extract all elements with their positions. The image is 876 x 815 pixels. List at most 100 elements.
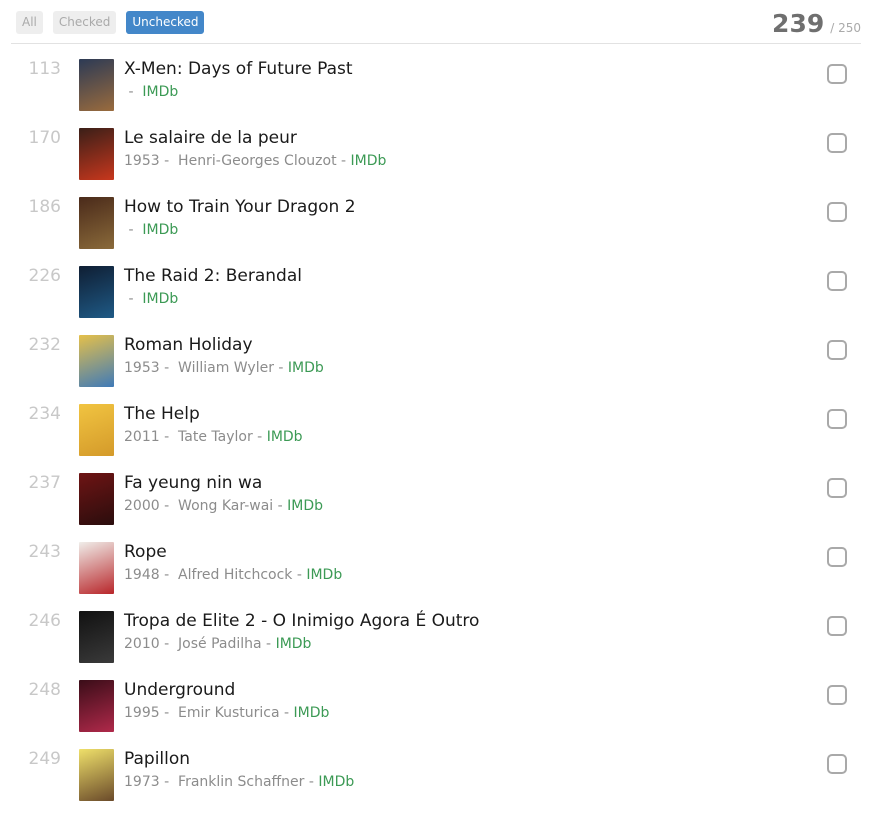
progress-counter: 239 / 250 bbox=[772, 9, 861, 38]
movie-year: 2000 bbox=[124, 498, 160, 514]
poster-thumbnail bbox=[79, 128, 114, 180]
imdb-link[interactable]: IMDb bbox=[318, 774, 354, 790]
movie-director: Franklin Schaffner bbox=[178, 774, 305, 790]
meta-separator: - bbox=[159, 153, 179, 169]
meta-separator: - bbox=[304, 774, 319, 790]
meta-separator: - bbox=[336, 153, 351, 169]
rank-number: 248 bbox=[28, 680, 61, 700]
meta-separator: - bbox=[261, 636, 276, 652]
movie-checklist-page: All Checked Unchecked 239 / 250 113 X-Me… bbox=[0, 0, 876, 807]
watched-checkbox[interactable] bbox=[827, 616, 847, 636]
movie-title[interactable]: The Help bbox=[124, 404, 200, 424]
meta-separator: - bbox=[292, 567, 307, 583]
movie-year: 2010 bbox=[124, 636, 160, 652]
movie-meta: - IMDb bbox=[124, 222, 178, 238]
imdb-link[interactable]: IMDb bbox=[351, 153, 387, 169]
watched-checkbox[interactable] bbox=[827, 133, 847, 153]
watched-checkbox[interactable] bbox=[827, 685, 847, 705]
movie-row: 248 Underground 1995 - Emir Kusturica - … bbox=[0, 677, 876, 746]
filter-unchecked-button[interactable]: Unchecked bbox=[126, 11, 205, 34]
movie-director: William Wyler bbox=[178, 360, 274, 376]
movie-director: Henri-Georges Clouzot bbox=[178, 153, 337, 169]
rank-number: 243 bbox=[28, 542, 61, 562]
meta-separator: - bbox=[159, 498, 179, 514]
imdb-link[interactable]: IMDb bbox=[142, 291, 178, 307]
meta-separator: - bbox=[273, 498, 288, 514]
meta-separator: - bbox=[124, 291, 143, 307]
rank-number: 249 bbox=[28, 749, 61, 769]
movie-row: 186 How to Train Your Dragon 2 - IMDb bbox=[0, 194, 876, 263]
movie-title[interactable]: Le salaire de la peur bbox=[124, 128, 297, 148]
poster-thumbnail bbox=[79, 611, 114, 663]
movie-title[interactable]: Papillon bbox=[124, 749, 190, 769]
movie-title[interactable]: The Raid 2: Berandal bbox=[124, 266, 302, 286]
imdb-link[interactable]: IMDb bbox=[267, 429, 303, 445]
watched-checkbox[interactable] bbox=[827, 64, 847, 84]
movie-row: 246 Tropa de Elite 2 - O Inimigo Agora É… bbox=[0, 608, 876, 677]
watched-checkbox[interactable] bbox=[827, 478, 847, 498]
movie-meta: 1973 - Franklin Schaffner - IMDb bbox=[124, 774, 354, 790]
movie-row: 170 Le salaire de la peur 1953 - Henri-G… bbox=[0, 125, 876, 194]
movie-director: Wong Kar-wai bbox=[178, 498, 274, 514]
movie-year: 1948 bbox=[124, 567, 160, 583]
watched-checkbox[interactable] bbox=[827, 409, 847, 429]
imdb-link[interactable]: IMDb bbox=[276, 636, 312, 652]
filter-bar: All Checked Unchecked bbox=[16, 11, 205, 34]
watched-checkbox[interactable] bbox=[827, 547, 847, 567]
movie-year: 2011 bbox=[124, 429, 160, 445]
poster-thumbnail bbox=[79, 749, 114, 801]
unchecked-count: 239 bbox=[772, 9, 825, 38]
imdb-link[interactable]: IMDb bbox=[294, 705, 330, 721]
movie-meta: 1953 - Henri-Georges Clouzot - IMDb bbox=[124, 153, 386, 169]
meta-separator: - bbox=[159, 705, 179, 721]
meta-separator: - bbox=[159, 360, 179, 376]
movie-title[interactable]: How to Train Your Dragon 2 bbox=[124, 197, 356, 217]
poster-thumbnail bbox=[79, 266, 114, 318]
imdb-link[interactable]: IMDb bbox=[306, 567, 342, 583]
watched-checkbox[interactable] bbox=[827, 340, 847, 360]
rank-number: 226 bbox=[28, 266, 61, 286]
movie-list: 113 X-Men: Days of Future Past - IMDb 17… bbox=[0, 56, 876, 815]
poster-thumbnail bbox=[79, 680, 114, 732]
movie-title[interactable]: X-Men: Days of Future Past bbox=[124, 59, 353, 79]
movie-meta: 2011 - Tate Taylor - IMDb bbox=[124, 429, 303, 445]
total-count: / 250 bbox=[830, 21, 861, 35]
movie-title[interactable]: Fa yeung nin wa bbox=[124, 473, 262, 493]
movie-director: Alfred Hitchcock bbox=[178, 567, 293, 583]
imdb-link[interactable]: IMDb bbox=[287, 498, 323, 514]
movie-title[interactable]: Roman Holiday bbox=[124, 335, 253, 355]
movie-director: José Padilha bbox=[178, 636, 262, 652]
movie-row: 232 Roman Holiday 1953 - William Wyler -… bbox=[0, 332, 876, 401]
movie-meta: 1995 - Emir Kusturica - IMDb bbox=[124, 705, 329, 721]
watched-checkbox[interactable] bbox=[827, 202, 847, 222]
meta-separator: - bbox=[273, 360, 288, 376]
filter-all-button[interactable]: All bbox=[16, 11, 43, 34]
movie-director: Tate Taylor bbox=[178, 429, 253, 445]
imdb-link[interactable]: IMDb bbox=[142, 222, 178, 238]
movie-row: 234 The Help 2011 - Tate Taylor - IMDb bbox=[0, 401, 876, 470]
imdb-link[interactable]: IMDb bbox=[142, 84, 178, 100]
movie-meta: 1948 - Alfred Hitchcock - IMDb bbox=[124, 567, 342, 583]
movie-row: 243 Rope 1948 - Alfred Hitchcock - IMDb bbox=[0, 539, 876, 608]
movie-title[interactable]: Rope bbox=[124, 542, 167, 562]
movie-title[interactable]: Tropa de Elite 2 - O Inimigo Agora É Out… bbox=[124, 611, 479, 631]
poster-thumbnail bbox=[79, 335, 114, 387]
movie-title[interactable]: Underground bbox=[124, 680, 235, 700]
watched-checkbox[interactable] bbox=[827, 754, 847, 774]
rank-number: 237 bbox=[28, 473, 61, 493]
poster-thumbnail bbox=[79, 542, 114, 594]
rank-number: 186 bbox=[28, 197, 61, 217]
movie-year: 1953 bbox=[124, 360, 160, 376]
meta-separator: - bbox=[159, 429, 179, 445]
imdb-link[interactable]: IMDb bbox=[288, 360, 324, 376]
rank-number: 170 bbox=[28, 128, 61, 148]
meta-separator: - bbox=[279, 705, 294, 721]
poster-thumbnail bbox=[79, 197, 114, 249]
filter-checked-button[interactable]: Checked bbox=[52, 11, 117, 34]
meta-separator: - bbox=[124, 84, 143, 100]
list-header: All Checked Unchecked 239 / 250 bbox=[11, 0, 861, 44]
movie-meta: 2000 - Wong Kar-wai - IMDb bbox=[124, 498, 323, 514]
watched-checkbox[interactable] bbox=[827, 271, 847, 291]
movie-row: 249 Papillon 1973 - Franklin Schaffner -… bbox=[0, 746, 876, 815]
meta-separator: - bbox=[124, 222, 143, 238]
